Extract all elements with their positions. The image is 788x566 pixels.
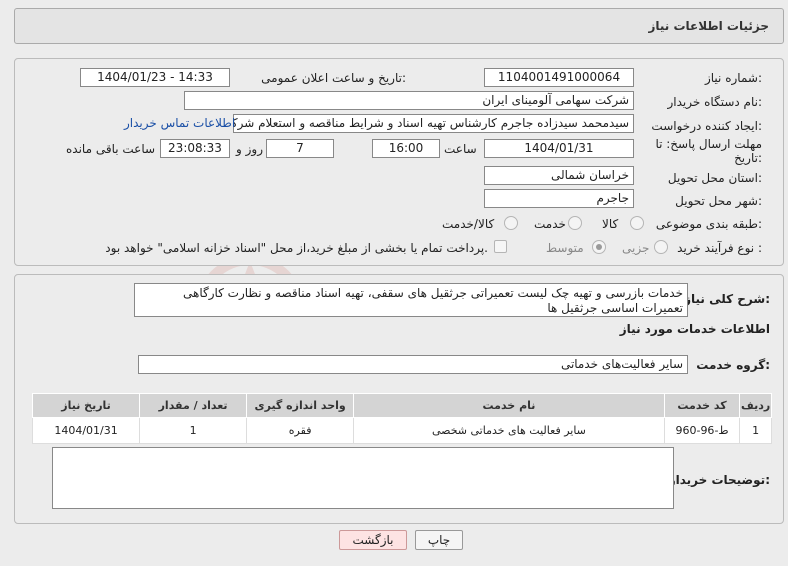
service-group-label: گروه خدمت: (696, 358, 770, 372)
page-header: جزئیات اطلاعات نیاز (14, 8, 784, 44)
col-unit: واحد اندازه گیری (246, 393, 355, 418)
remaining-time-field[interactable]: 23:08:33 (160, 139, 230, 158)
category-option-goods-service: کالا/خدمت (442, 217, 495, 231)
deadline-days-label: روز و (236, 142, 263, 156)
process-label: نوع فرآیند خرید : (677, 241, 762, 255)
treasury-checkbox[interactable] (494, 240, 507, 253)
back-button[interactable]: بازگشت (339, 530, 407, 550)
treasury-note: پرداخت تمام یا بخشی از مبلغ خرید،از محل … (105, 241, 488, 255)
page-title: جزئیات اطلاعات نیاز (648, 19, 769, 33)
services-section-title: اطلاعات خدمات مورد نیاز (619, 322, 770, 336)
col-service-code: کد خدمت (663, 393, 741, 418)
deadline-label-line1: مهلت ارسال پاسخ: تا (655, 137, 762, 151)
category-radio-goods-service[interactable] (504, 216, 518, 230)
buyer-notes-field[interactable] (52, 447, 674, 509)
service-group-field[interactable]: سایر فعالیت‌های خدماتی (138, 355, 688, 374)
province-label: استان محل تحویل: (667, 171, 762, 185)
buyer-org-field[interactable]: شرکت سهامی آلومینای ایران (184, 91, 634, 110)
requester-label: ایجاد کننده درخواست: (651, 119, 762, 133)
deadline-label-line2: تاریخ: (734, 151, 762, 165)
cell-row: 1 (739, 417, 772, 444)
city-field[interactable]: جاجرم (484, 189, 634, 208)
category-radio-service[interactable] (568, 216, 582, 230)
deadline-date-field[interactable]: 1404/01/31 (484, 139, 634, 158)
requester-field[interactable]: سیدمحمد سیدزاده جاجرم کارشناس تهیه اسناد… (233, 114, 634, 133)
process-radio-minor[interactable] (654, 240, 668, 254)
process-radio-medium[interactable] (592, 240, 606, 254)
cell-service-name: سایر فعالیت های خدماتی شخصی (353, 417, 665, 444)
col-need-date: تاریخ نیاز (31, 393, 141, 418)
buyer-notes-label: توضیحات خریدار: (668, 473, 770, 487)
cell-quantity: 1 (139, 417, 248, 444)
buyer-org-label: نام دستگاه خریدار: (667, 95, 763, 109)
cell-service-code: ط-96-960 (663, 417, 741, 444)
deadline-time-field[interactable]: 16:00 (372, 139, 440, 158)
description-field[interactable]: خدمات بازرسی و تهیه چک لیست تعمیراتی جرث… (134, 283, 688, 317)
deadline-days-field[interactable]: 7 (266, 139, 334, 158)
cell-need-date: 1404/01/31 (31, 417, 141, 444)
announce-label: تاریخ و ساعت اعلان عمومی: (261, 71, 406, 85)
announce-field[interactable]: 1404/01/23 - 14:33 (80, 68, 230, 87)
need-number-label: شماره نیاز: (704, 71, 762, 85)
category-option-service: خدمت (534, 217, 566, 231)
cell-unit: فقره (246, 417, 355, 444)
table-header-row: ردیف کد خدمت نام خدمت واحد اندازه گیری ت… (31, 393, 772, 418)
need-info-panel (14, 58, 784, 266)
province-field[interactable]: خراسان شمالی (484, 166, 634, 185)
services-table: ردیف کد خدمت نام خدمت واحد اندازه گیری ت… (31, 393, 772, 444)
category-radio-goods[interactable] (630, 216, 644, 230)
col-row: ردیف (739, 393, 772, 418)
print-button[interactable]: چاپ (415, 530, 463, 550)
process-option-medium: متوسط (546, 241, 584, 255)
need-number-field[interactable]: 1104001491000064 (484, 68, 634, 87)
process-option-minor: جزیی (622, 241, 650, 255)
col-service-name: نام خدمت (353, 393, 665, 418)
description-label: شرح کلی نیاز: (684, 292, 770, 306)
city-label: شهر محل تحویل: (675, 194, 762, 208)
table-row[interactable]: 1 ط-96-960 سایر فعالیت های خدماتی شخصی ف… (31, 417, 772, 444)
remaining-time-label: ساعت باقی مانده (66, 142, 156, 156)
deadline-time-label: ساعت (444, 142, 477, 156)
col-quantity: تعداد / مقدار (139, 393, 248, 418)
buyer-contact-link[interactable]: اطلاعات تماس خریدار (124, 116, 235, 130)
category-label: طبقه بندی موضوعی: (655, 217, 762, 231)
category-option-goods: کالا (602, 217, 619, 231)
